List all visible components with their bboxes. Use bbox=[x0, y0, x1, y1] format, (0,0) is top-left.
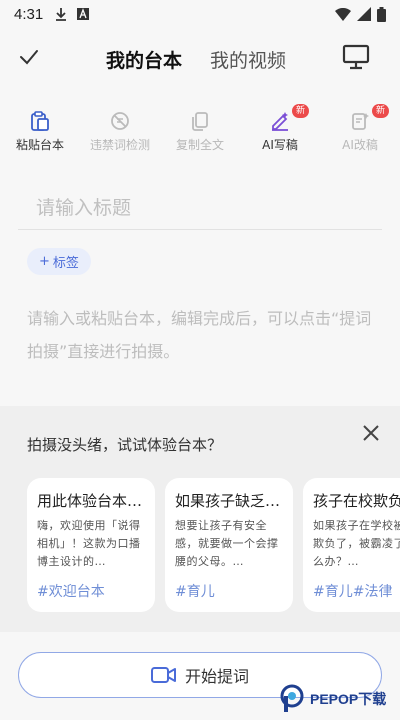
signal-icon bbox=[357, 7, 371, 21]
clipboard-paste-icon bbox=[31, 111, 49, 131]
card-description: 嗨，欢迎使用「说得相机」！这款为口播博主设计的… bbox=[37, 519, 141, 568]
confirm-check-icon[interactable] bbox=[18, 46, 40, 68]
sample-scripts-heading: 拍摄没头绪，试试体验台本？ bbox=[27, 436, 223, 454]
copy-all-button[interactable]: 复制全文 bbox=[160, 104, 240, 153]
forbidden-word-icon bbox=[111, 112, 129, 130]
ai-rewrite-icon bbox=[352, 113, 369, 130]
ai-rewrite-label: AI改稿 bbox=[342, 138, 378, 152]
sample-scripts-panel: 拍摄没头绪，试试体验台本？ 用此体验台本… 嗨，欢迎使用「说得相机」！这款为口播… bbox=[0, 406, 400, 632]
tab-my-videos[interactable]: 我的视频 bbox=[210, 46, 286, 73]
copy-all-label: 复制全文 bbox=[175, 138, 224, 152]
card-tag: #欢迎台本 bbox=[37, 584, 105, 600]
card-description: 想要让孩子有安全感，就要做一个会撑腰的父母。… bbox=[175, 519, 279, 568]
close-icon[interactable] bbox=[360, 422, 382, 444]
ai-rewrite-button[interactable]: 新 AI改稿 bbox=[320, 104, 400, 153]
sample-script-card[interactable]: 孩子在校欺负 如果孩子在学校被人欺负了，被霸凌了怎么办？… #育儿#法律 bbox=[303, 478, 400, 612]
tab-my-scripts[interactable]: 我的台本 bbox=[106, 46, 182, 73]
status-bar: 4:31 bbox=[0, 0, 400, 28]
header-tabs: 我的台本 我的视频 bbox=[106, 46, 286, 73]
status-time: 4:31 bbox=[14, 5, 44, 23]
sample-script-cards: 用此体验台本… 嗨，欢迎使用「说得相机」！这款为口播博主设计的… #欢迎台本 如… bbox=[27, 478, 400, 614]
script-content-area[interactable]: 请输入或粘贴台本，编辑完成后，可以点击“提词拍摄”直接进行拍摄。 bbox=[27, 302, 377, 368]
watermark-text: PEPOP下载 bbox=[310, 691, 387, 707]
paste-script-label: 粘贴台本 bbox=[15, 138, 64, 152]
app-a-icon bbox=[77, 8, 90, 20]
new-badge: 新 bbox=[292, 104, 310, 118]
download-icon bbox=[56, 8, 67, 21]
forbidden-word-check-label: 违禁词检测 bbox=[89, 138, 150, 152]
paste-script-button[interactable]: 粘贴台本 bbox=[0, 104, 80, 153]
wifi-icon bbox=[335, 7, 351, 21]
copy-icon bbox=[192, 112, 208, 131]
card-description: 如果孩子在学校被人欺负了，被霸凌了怎么办？… bbox=[313, 519, 400, 568]
add-tag-label: 标签 bbox=[52, 256, 79, 271]
card-title: 用此体验台本… bbox=[37, 492, 143, 510]
sample-script-card[interactable]: 如果孩子缺乏… 想要让孩子有安全感，就要做一个会撑腰的父母。… #育儿 bbox=[165, 478, 293, 612]
new-badge: 新 bbox=[372, 104, 390, 118]
sample-script-card[interactable]: 用此体验台本… 嗨，欢迎使用「说得相机」！这款为口播博主设计的… #欢迎台本 bbox=[27, 478, 155, 612]
script-content-placeholder: 请输入或粘贴台本，编辑完成后，可以点击“提词拍摄”直接进行拍摄。 bbox=[27, 309, 372, 361]
monitor-icon[interactable] bbox=[342, 44, 370, 70]
add-tag-button[interactable]: + 标签 bbox=[27, 248, 91, 275]
card-tag: #育儿 bbox=[175, 584, 215, 600]
top-bar: 我的台本 我的视频 bbox=[0, 36, 400, 82]
ai-write-button[interactable]: 新 AI写稿 bbox=[240, 104, 320, 153]
pepop-logo-icon bbox=[280, 684, 304, 712]
editor-toolbar: 粘贴台本 违禁词检测 复制全文 新 AI写稿 新 AI改稿 bbox=[0, 104, 400, 160]
title-input[interactable] bbox=[18, 186, 382, 230]
plus-icon: + bbox=[39, 254, 50, 269]
watermark-logo: PEPOP下载 bbox=[278, 682, 386, 716]
card-tag: #育儿#法律 bbox=[313, 584, 393, 600]
start-teleprompter-label: 开始提词 bbox=[184, 667, 249, 686]
ai-write-icon bbox=[272, 112, 288, 131]
battery-icon bbox=[377, 6, 386, 22]
card-title: 如果孩子缺乏… bbox=[175, 492, 281, 510]
card-title: 孩子在校欺负 bbox=[313, 492, 400, 510]
video-camera-icon bbox=[150, 667, 176, 683]
forbidden-word-check-button[interactable]: 违禁词检测 bbox=[80, 104, 160, 153]
ai-write-label: AI写稿 bbox=[262, 138, 298, 152]
